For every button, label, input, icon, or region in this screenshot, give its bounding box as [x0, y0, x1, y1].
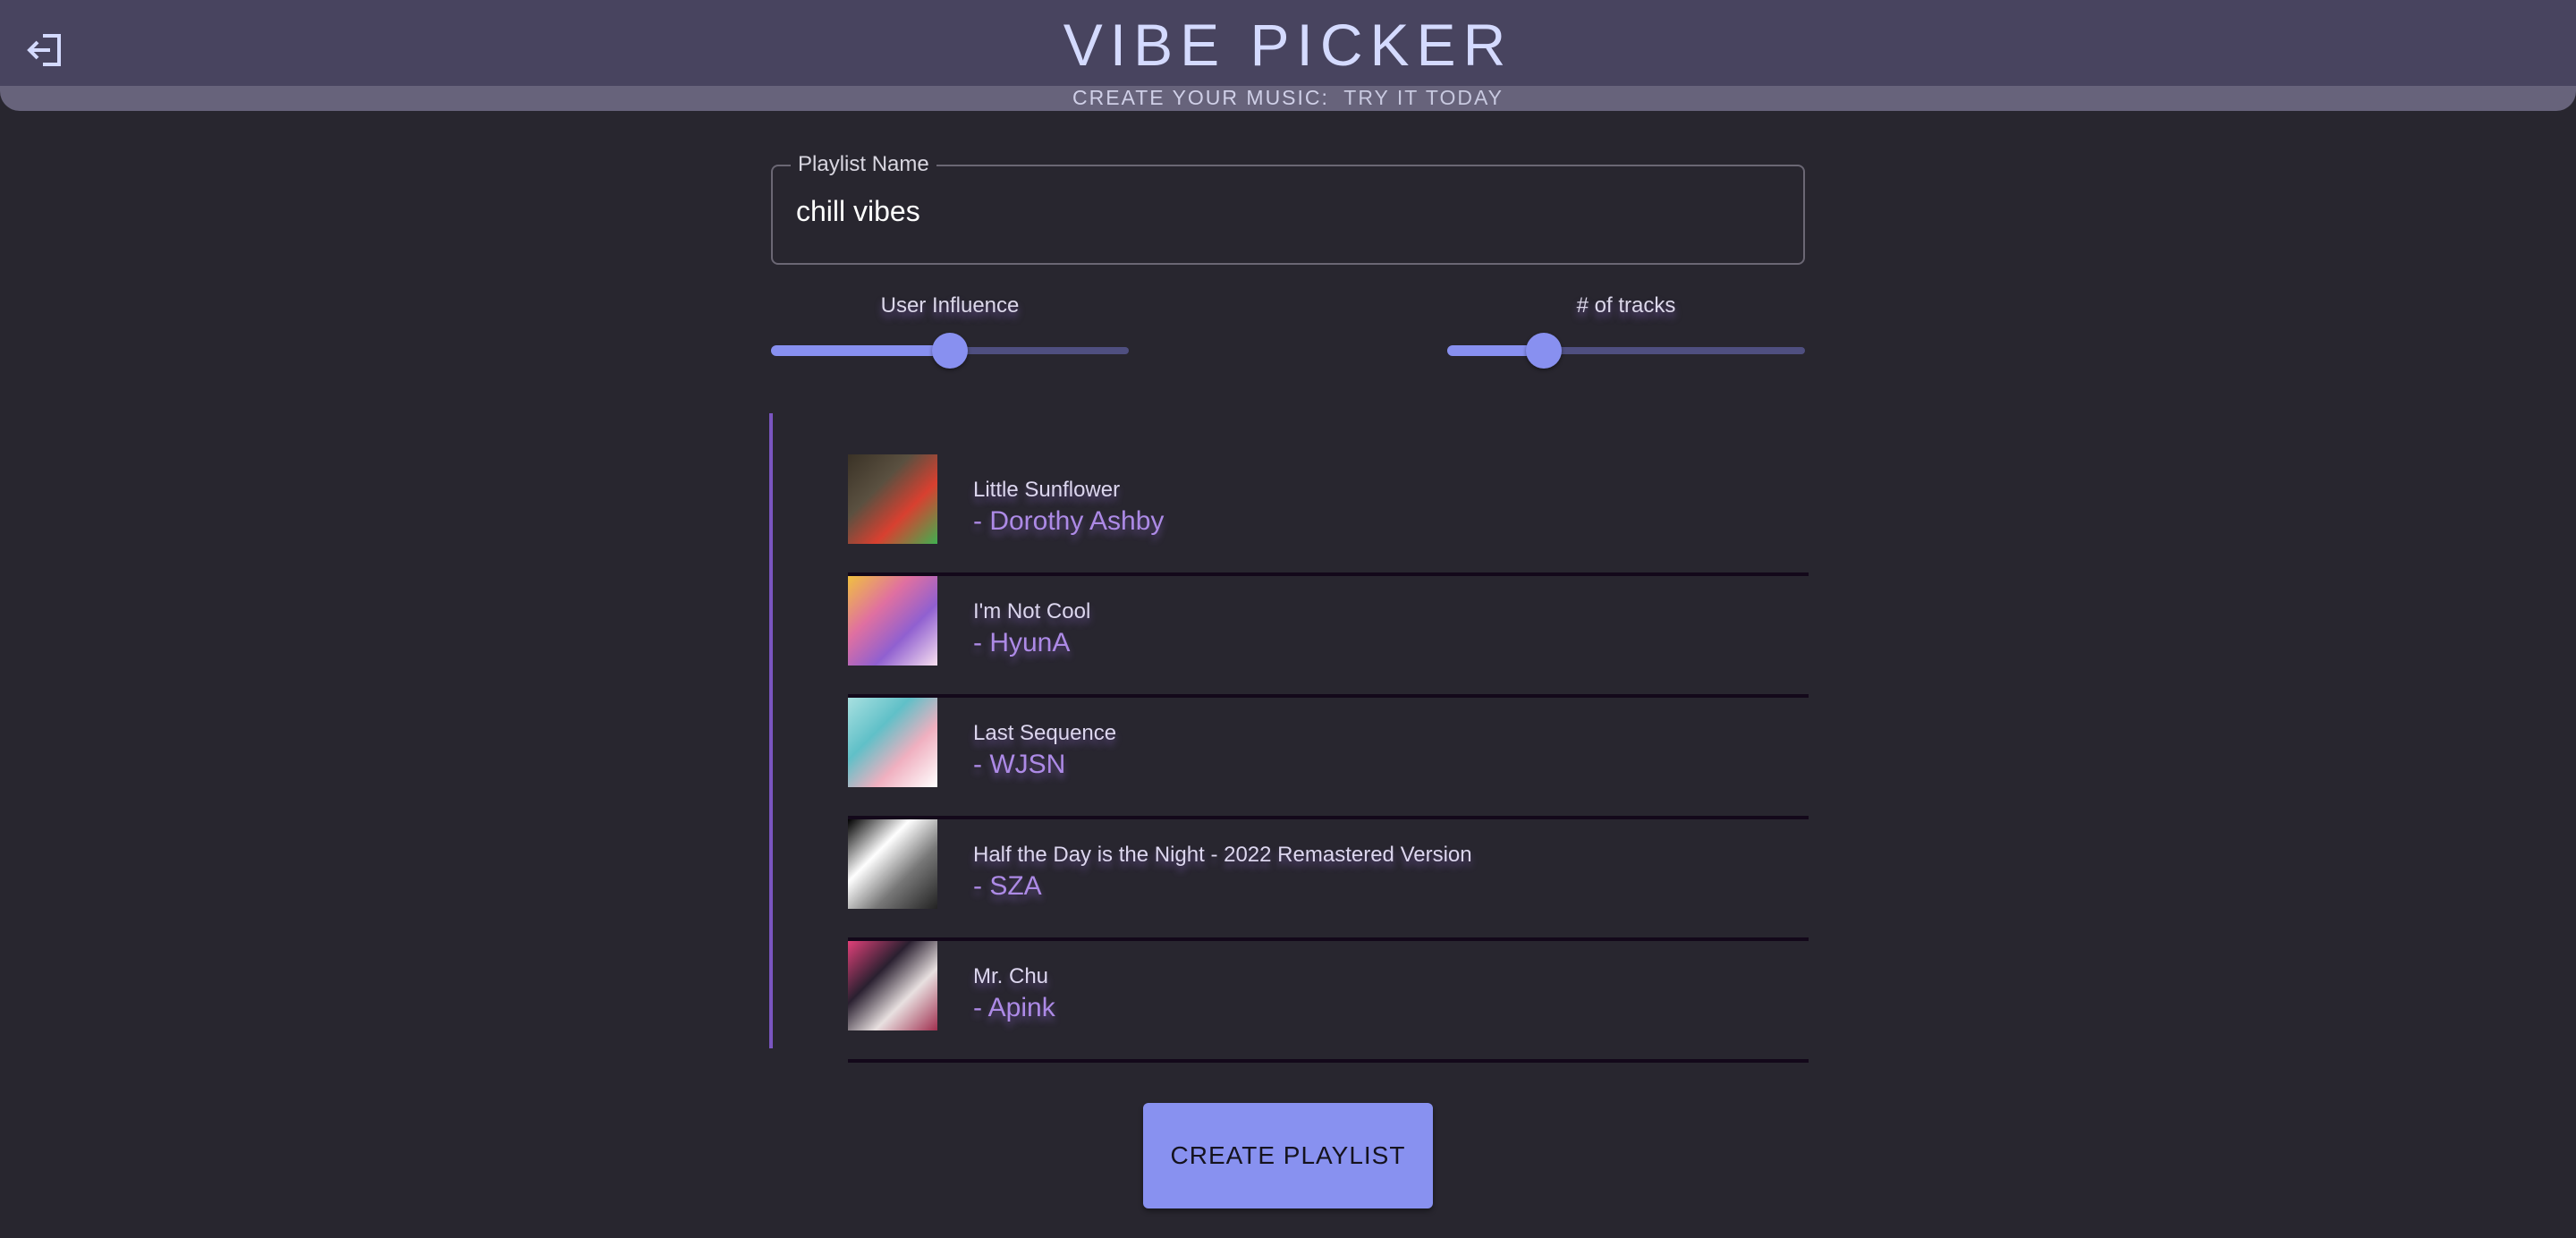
track-title: Last Sequence [973, 721, 1117, 745]
playlist-name-input[interactable] [796, 195, 1780, 228]
slider-fill [771, 345, 950, 356]
app-subtitle: CREATE YOUR MUSIC: TRY IT TODAY [0, 86, 2576, 110]
subtitle-lead: CREATE YOUR MUSIC: [1072, 86, 1329, 109]
track-item[interactable]: I'm Not Cool - HyunA [848, 576, 1809, 698]
track-title: Half the Day is the Night - 2022 Remaste… [973, 843, 1472, 867]
track-item[interactable]: Little Sunflower - Dorothy Ashby [848, 454, 1809, 576]
user-influence-label: User Influence [880, 293, 1020, 318]
track-artist: - WJSN [973, 750, 1066, 779]
header: VIBE PICKER CREATE YOUR MUSIC: TRY IT TO… [0, 0, 2576, 111]
track-item[interactable]: Last Sequence - WJSN [848, 698, 1809, 819]
subtitle-tail: TRY IT TODAY [1343, 86, 1504, 109]
track-artist: - HyunA [973, 628, 1071, 657]
album-cover [848, 576, 937, 666]
track-list: Little Sunflower - Dorothy Ashby I'm Not… [769, 413, 1809, 1063]
track-item[interactable]: Mr. Chu - Apink [848, 941, 1809, 1063]
track-item[interactable]: Half the Day is the Night - 2022 Remaste… [848, 819, 1809, 941]
slider-thumb[interactable] [932, 333, 968, 369]
track-title: Mr. Chu [973, 964, 1049, 988]
create-playlist-button[interactable]: CREATE PLAYLIST [1143, 1103, 1433, 1208]
num-tracks-label: # of tracks [1576, 293, 1676, 318]
user-influence-slider[interactable] [771, 333, 1129, 369]
playlist-name-field: Playlist Name [771, 152, 1805, 265]
track-artist: - Dorothy Ashby [973, 506, 1165, 536]
album-cover [848, 698, 937, 787]
track-title: Little Sunflower [973, 478, 1121, 502]
album-cover [848, 819, 937, 909]
track-artist: - SZA [973, 871, 1042, 901]
app-title: VIBE PICKER [1063, 12, 1513, 78]
num-tracks-slider[interactable] [1447, 333, 1805, 369]
track-title: I'm Not Cool [973, 599, 1091, 623]
slider-thumb[interactable] [1526, 333, 1562, 369]
album-cover [848, 454, 937, 544]
track-artist: - Apink [973, 993, 1055, 1022]
playlist-name-label: Playlist Name [791, 152, 936, 177]
album-cover [848, 941, 937, 1030]
